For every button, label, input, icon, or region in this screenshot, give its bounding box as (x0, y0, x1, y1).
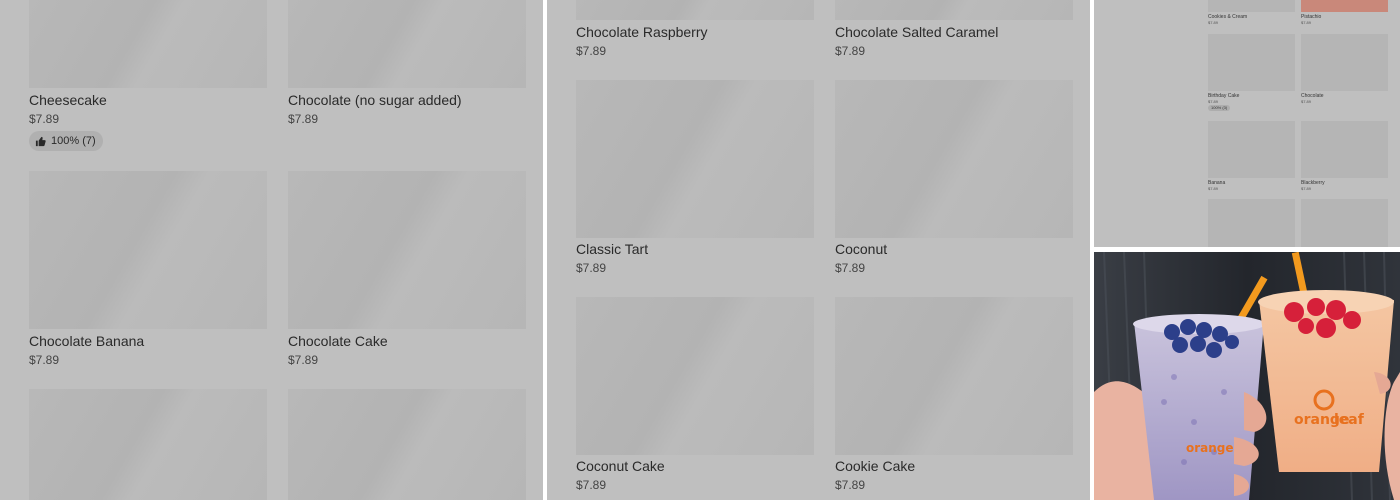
item-image-placeholder (288, 171, 526, 329)
item-price: $7.89 (1208, 20, 1219, 25)
brand-logo-text: leaf (1334, 412, 1365, 428)
menu-item-card[interactable]: Cookie Cake $7.89 (835, 297, 1073, 500)
item-name: Classic Tart (576, 241, 649, 257)
item-price: $7.89 (29, 112, 60, 126)
item-price: $7.89 (835, 261, 866, 275)
menu-item-card[interactable]: Banana $7.89 (1208, 121, 1295, 193)
item-price: $7.89 (1208, 186, 1219, 191)
smoothie-illustration: orange orange leaf (1094, 252, 1400, 500)
menu-item-card[interactable]: Cheesecake $7.89 100% (7) (29, 0, 267, 155)
item-price: $7.89 (288, 353, 319, 367)
item-price: $7.89 (1301, 99, 1312, 104)
item-price: $7.89 (576, 478, 607, 492)
item-image-placeholder (576, 80, 814, 238)
cup-rim (1258, 290, 1394, 314)
item-image-placeholder (1301, 121, 1388, 178)
item-image-placeholder (288, 0, 526, 88)
item-image-placeholder (1208, 0, 1295, 12)
item-name: Chocolate Raspberry (576, 24, 708, 40)
rating-text: 100% (7) (51, 135, 96, 147)
thumbs-up-icon (35, 136, 46, 146)
item-price: $7.89 (1301, 20, 1312, 25)
item-price: $7.89 (1208, 99, 1219, 104)
item-price: $7.89 (29, 353, 60, 367)
menu-item-card[interactable]: Pistachio $7.89 (1301, 0, 1388, 26)
item-image-placeholder (835, 0, 1073, 20)
menu-item-card[interactable] (288, 389, 526, 500)
menu-item-card[interactable]: Coconut Cake $7.89 (576, 297, 814, 500)
menu-item-card[interactable]: Coconut $7.89 (835, 80, 1073, 280)
menu-item-card[interactable]: Chocolate Salted Caramel $7.89 (835, 0, 1073, 62)
item-image-placeholder (29, 0, 267, 88)
menu-item-card[interactable]: Chocolate (no sugar added) $7.89 (288, 0, 526, 130)
item-price: $7.89 (288, 112, 319, 126)
item-name: Chocolate Cake (288, 333, 388, 349)
item-image (1301, 0, 1388, 12)
item-name: Cookie Cake (835, 458, 916, 474)
item-image-placeholder (576, 297, 814, 455)
item-image-placeholder (1301, 199, 1388, 247)
menu-item-card[interactable]: Chocolate $7.89 (1301, 34, 1388, 114)
item-price: $7.89 (576, 261, 607, 275)
item-image-placeholder (1208, 121, 1295, 178)
menu-panel-thumbnail: Cookies & Cream $7.89 Pistachio $7.89 Bi… (1094, 0, 1400, 247)
item-image-placeholder (1208, 34, 1295, 91)
menu-item-card[interactable] (29, 389, 267, 500)
menu-item-card[interactable] (1301, 199, 1388, 247)
menu-item-card[interactable]: Birthday Cake $7.89 100% (3) (1208, 34, 1295, 114)
item-image-placeholder (288, 389, 526, 500)
item-image-placeholder (1208, 199, 1295, 247)
brand-logo-text: orange (1186, 441, 1234, 455)
smoothie-photo: orange orange leaf (1094, 252, 1400, 500)
item-name: Chocolate Salted Caramel (835, 24, 999, 40)
item-price: $7.89 (576, 44, 607, 58)
menu-item-card[interactable]: Blackberry $7.89 (1301, 121, 1388, 193)
menu-item-card[interactable]: Chocolate Banana $7.89 (29, 171, 267, 371)
rating-badge: 100% (7) (29, 131, 103, 151)
item-name: Chocolate Banana (29, 333, 145, 349)
item-price: $7.89 (835, 44, 866, 58)
item-image-placeholder (29, 389, 267, 500)
item-name: Coconut Cake (576, 458, 665, 474)
item-image-placeholder (835, 80, 1073, 238)
item-price: $7.89 (835, 478, 866, 492)
item-image-placeholder (576, 0, 814, 20)
item-name: Chocolate (no sugar added) (288, 92, 462, 108)
item-image-placeholder (1301, 34, 1388, 91)
item-name: Cheesecake (29, 92, 107, 108)
menu-item-card[interactable]: Chocolate Raspberry $7.89 (576, 0, 814, 62)
item-name: Coconut (835, 241, 888, 257)
menu-item-card[interactable]: Chocolate Cake $7.89 (288, 171, 526, 371)
rating-badge: 100% (3) (1208, 105, 1231, 111)
menu-panel-middle: Chocolate Raspberry $7.89 Chocolate Salt… (547, 0, 1090, 500)
item-image-placeholder (29, 171, 267, 329)
item-price: $7.89 (1301, 186, 1312, 191)
item-image-placeholder (835, 297, 1073, 455)
menu-panel-left: Cheesecake $7.89 100% (7) Chocolate (no … (0, 0, 543, 500)
menu-item-card[interactable]: Cookies & Cream $7.89 (1208, 0, 1295, 26)
menu-item-card[interactable] (1208, 199, 1295, 247)
menu-item-card[interactable]: Classic Tart $7.89 (576, 80, 814, 280)
